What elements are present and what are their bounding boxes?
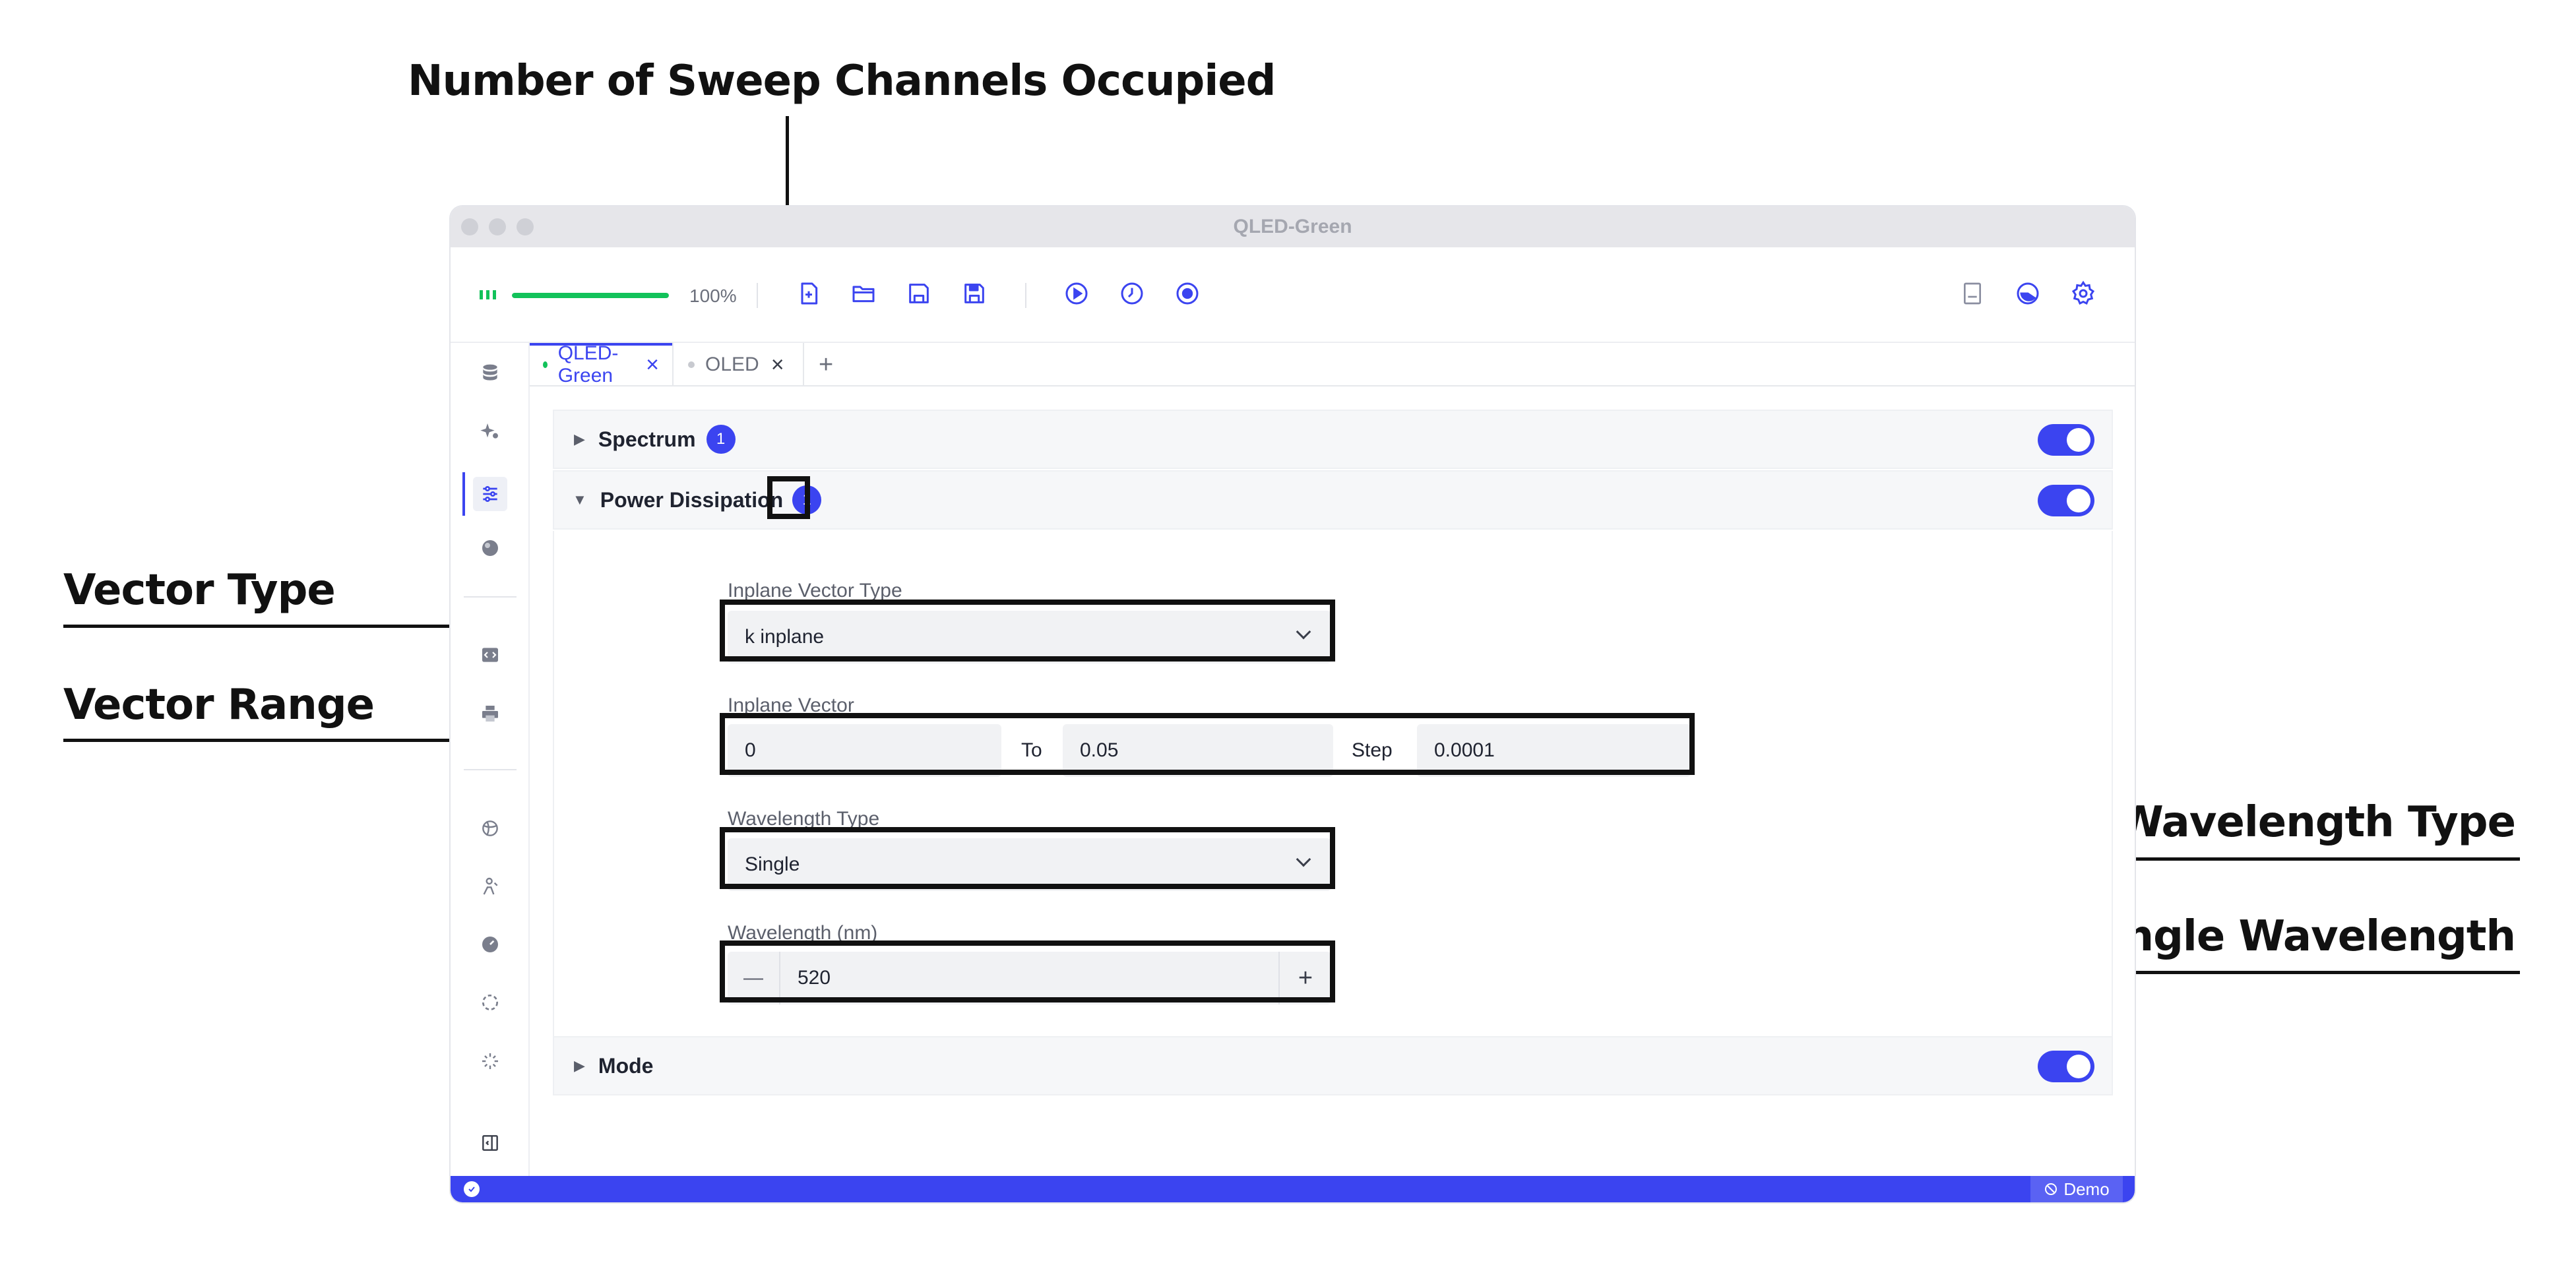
progress-label: 100%	[689, 286, 737, 306]
sidebar-separator-2	[464, 769, 517, 770]
database-icon[interactable]	[473, 356, 507, 390]
tab-oled[interactable]: OLED ×	[675, 343, 804, 386]
check-circle-icon	[464, 1181, 480, 1197]
progress-bar	[512, 293, 669, 298]
power-dissipation-toggle[interactable]	[2038, 485, 2094, 516]
expand-caret-icon[interactable]: ▶	[574, 431, 585, 448]
toolbar: 100%	[451, 247, 2135, 343]
expand-caret-icon[interactable]: ▶	[574, 1057, 585, 1074]
new-file-icon[interactable]	[792, 276, 826, 311]
sliders-icon[interactable]	[473, 477, 507, 511]
save-icon[interactable]	[902, 276, 936, 311]
callout-vector-type: Vector Type	[63, 566, 336, 615]
highlight-vector-type	[720, 600, 1335, 662]
toggle-knob	[2067, 428, 2090, 452]
callout-vector-range: Vector Range	[63, 681, 375, 729]
close-tab-icon[interactable]: ×	[646, 352, 659, 378]
title-bar: QLED-Green	[451, 206, 2135, 247]
code-icon[interactable]	[473, 638, 507, 672]
open-folder-icon[interactable]	[846, 276, 881, 311]
highlight-single-wavelength	[720, 940, 1335, 1002]
window-title: QLED-Green	[1233, 216, 1352, 237]
run-icon[interactable]	[1059, 276, 1094, 311]
toolbar-divider-2	[1025, 283, 1026, 308]
tab-status-dot	[543, 361, 548, 368]
progress-indicator-icon	[479, 289, 497, 301]
highlight-vector-range	[720, 713, 1695, 775]
person-icon[interactable]	[473, 869, 507, 904]
highlight-wavelength-type	[720, 827, 1335, 889]
collapse-panel-icon[interactable]	[473, 1126, 507, 1160]
app-window: QLED-Green 100% QLED-Green × OLED × + ▶ …	[451, 206, 2135, 1202]
panel-mode-title: Mode	[598, 1053, 654, 1078]
blocked-icon	[2045, 1183, 2058, 1195]
callout-sweep-channels: Number of Sweep Channels Occupied	[408, 57, 1276, 106]
add-tab-button[interactable]: +	[805, 343, 846, 386]
panel-spectrum-header[interactable]: ▶ Spectrum 1	[553, 410, 2113, 469]
sparkle-icon[interactable]	[473, 414, 507, 448]
save-as-icon[interactable]	[957, 276, 991, 311]
tab-status-dot	[688, 361, 695, 368]
mode-toggle[interactable]	[2038, 1051, 2094, 1082]
close-tab-icon[interactable]: ×	[771, 352, 784, 378]
panel-mode-header[interactable]: ▶ Mode	[553, 1036, 2113, 1095]
demo-label: Demo	[2063, 1179, 2110, 1199]
sidebar	[451, 343, 530, 1176]
collapse-caret-icon[interactable]: ▼	[573, 491, 587, 508]
toolbar-divider	[757, 283, 758, 308]
notes-icon[interactable]	[1955, 276, 1990, 311]
tab-label: OLED	[705, 354, 759, 375]
inplane-vector-type-label: Inplane Vector Type	[728, 580, 902, 601]
sphere-icon[interactable]	[473, 531, 507, 565]
highlight-sweep-badge	[767, 476, 810, 519]
loader-icon[interactable]	[473, 985, 507, 1020]
callout-wavelength-type: Wavelength Type	[2117, 798, 2516, 847]
spectrum-channel-badge: 1	[706, 425, 736, 454]
progress-bar-fill	[512, 293, 669, 298]
printer-icon[interactable]	[473, 696, 507, 731]
tab-label: QLED-Green	[557, 342, 619, 386]
spectrum-toggle[interactable]	[2038, 424, 2094, 456]
panel-spectrum-title: Spectrum	[598, 427, 696, 451]
gauge-icon[interactable]	[473, 927, 507, 962]
theme-icon[interactable]	[2011, 276, 2045, 311]
tab-qled-green[interactable]: QLED-Green ×	[530, 342, 674, 386]
toggle-knob	[2067, 1055, 2090, 1078]
sun-icon[interactable]	[473, 1044, 507, 1078]
toggle-knob	[2067, 489, 2090, 512]
settings-icon[interactable]	[2066, 276, 2100, 311]
demo-badge[interactable]: Demo	[2030, 1176, 2123, 1202]
globe-icon[interactable]	[473, 811, 507, 846]
tab-bar: QLED-Green × OLED × +	[530, 342, 2135, 386]
sidebar-separator	[464, 596, 517, 598]
callout-single-wavelength: Single Wavelength	[2080, 912, 2516, 961]
status-bar: Demo	[451, 1176, 2135, 1202]
sidebar-active-indicator	[462, 472, 465, 516]
panel-power-dissipation-title: Power Dissipation	[600, 487, 784, 512]
record-icon[interactable]	[1170, 276, 1205, 311]
timer-icon[interactable]	[1115, 276, 1149, 311]
